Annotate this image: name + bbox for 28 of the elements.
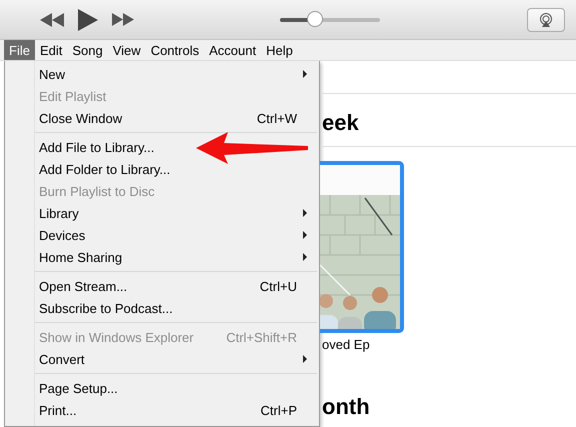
menu-item[interactable]: Home Sharing xyxy=(5,246,319,268)
airplay-button[interactable] xyxy=(527,8,565,32)
menu-bar-item[interactable]: Help xyxy=(261,40,298,60)
menu-bar-item[interactable]: View xyxy=(108,40,146,60)
menu-bar-item[interactable]: Song xyxy=(67,40,108,60)
menu-bar-item[interactable]: Account xyxy=(204,40,262,60)
menu-bar-item[interactable]: Edit xyxy=(34,40,68,60)
menu-item[interactable]: Open Stream... Ctrl+U xyxy=(5,275,319,297)
airplay-icon xyxy=(539,12,553,26)
menu-bar-item[interactable]: Controls xyxy=(146,40,204,60)
menu-item[interactable]: Convert xyxy=(5,348,319,370)
section-heading: eek xyxy=(322,110,360,136)
menu-item[interactable]: Page Setup... xyxy=(5,377,319,399)
fast-forward-icon[interactable] xyxy=(112,13,134,26)
rewind-icon[interactable] xyxy=(40,12,64,26)
section-heading: onth xyxy=(322,394,371,420)
menu-item[interactable]: Library xyxy=(5,202,319,224)
menu-item[interactable]: Add Folder to Library... xyxy=(5,158,319,180)
menu-item[interactable]: Print... Ctrl+P xyxy=(5,399,319,421)
menu-item[interactable]: Devices xyxy=(5,224,319,246)
menu-item[interactable]: New xyxy=(5,63,319,85)
album-title[interactable]: oved Ep xyxy=(322,337,576,352)
menu-bar-item[interactable]: File xyxy=(4,40,35,60)
play-icon[interactable] xyxy=(78,8,98,30)
menu-item[interactable]: Subscribe to Podcast... xyxy=(5,297,319,319)
menu-item[interactable]: Close Window Ctrl+W xyxy=(5,107,319,129)
menu-item[interactable]: Add File to Library... xyxy=(5,136,319,158)
slider-thumb[interactable] xyxy=(307,10,323,26)
